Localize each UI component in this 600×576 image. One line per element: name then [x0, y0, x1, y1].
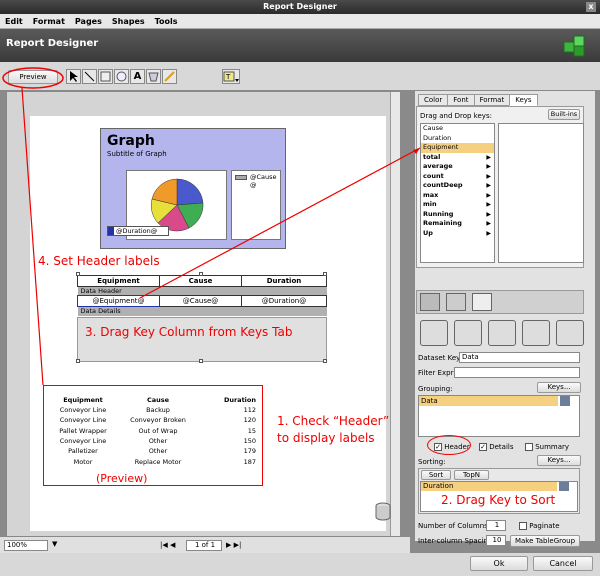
- preview-connector-line: [21, 87, 44, 386]
- annotation-overlay: [2, 67, 421, 386]
- arrow-head-icon: [413, 148, 420, 154]
- preview-highlight-circle: [2, 67, 64, 89]
- drag-key-arrow: [139, 147, 421, 299]
